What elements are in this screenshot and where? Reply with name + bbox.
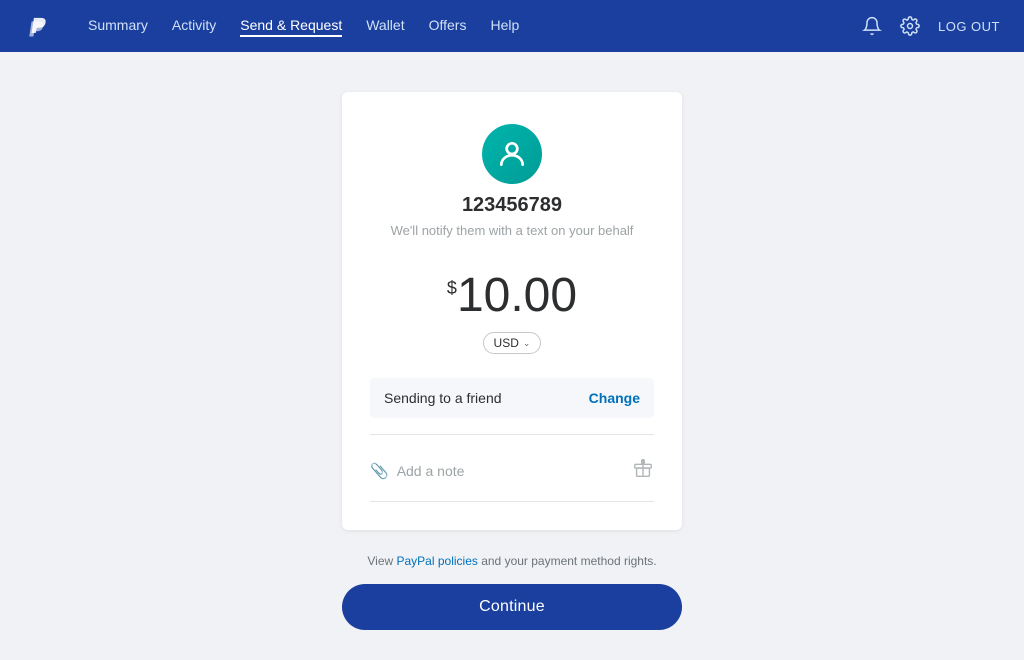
continue-button[interactable]: Continue [342, 584, 682, 630]
paypal-policies-link[interactable]: PayPal policies [397, 554, 478, 568]
nav-link-send-request[interactable]: Send & Request [240, 17, 342, 37]
sending-label: Sending to a friend [384, 390, 502, 406]
currency-symbol: $ [447, 278, 457, 299]
card-header: 123456789 We'll notify them with a text … [370, 124, 654, 256]
currency-selector: USD ⌄ [370, 332, 654, 354]
notification-button[interactable] [862, 16, 882, 36]
nav-item-offers[interactable]: Offers [429, 17, 467, 35]
currency-button[interactable]: USD ⌄ [483, 332, 542, 354]
note-left: 📎 Add a note [370, 462, 464, 480]
amount-value: 10.00 [457, 272, 577, 320]
person-icon [496, 138, 528, 170]
bell-icon [862, 16, 882, 36]
change-button[interactable]: Change [589, 390, 640, 406]
nav-item-activity[interactable]: Activity [172, 17, 216, 35]
main-content: 123456789 We'll notify them with a text … [0, 52, 1024, 660]
chevron-down-icon: ⌄ [523, 338, 531, 349]
paypal-logo [24, 12, 52, 40]
nav-item-help[interactable]: Help [490, 17, 519, 35]
notify-text: We'll notify them with a text on your be… [391, 223, 634, 238]
nav-link-summary[interactable]: Summary [88, 17, 148, 35]
nav-link-help[interactable]: Help [490, 17, 519, 35]
footer-area: View PayPal policies and your payment me… [342, 554, 682, 630]
recipient-name: 123456789 [462, 194, 562, 217]
policy-prefix: View [367, 554, 396, 568]
nav-link-offers[interactable]: Offers [429, 17, 467, 35]
nav-link-wallet[interactable]: Wallet [366, 17, 404, 35]
divider-1 [370, 434, 654, 435]
policy-suffix: and your payment method rights. [478, 554, 657, 568]
avatar [482, 124, 542, 184]
navbar-right: LOG OUT [862, 16, 1000, 36]
gift-icon[interactable] [632, 457, 654, 485]
paperclip-icon: 📎 [370, 462, 389, 480]
currency-code: USD [494, 336, 519, 350]
amount-container: $ 10.00 [370, 272, 654, 320]
navbar: Summary Activity Send & Request Wallet O… [0, 0, 1024, 52]
payment-card: 123456789 We'll notify them with a text … [342, 92, 682, 530]
sending-row: Sending to a friend Change [370, 378, 654, 418]
note-row: 📎 Add a note [370, 451, 654, 501]
logout-button[interactable]: LOG OUT [938, 19, 1000, 34]
settings-button[interactable] [900, 16, 920, 36]
nav-item-summary[interactable]: Summary [88, 17, 148, 35]
divider-2 [370, 501, 654, 502]
policy-text: View PayPal policies and your payment me… [367, 554, 656, 568]
note-placeholder[interactable]: Add a note [397, 463, 465, 479]
gift-svg [632, 457, 654, 479]
nav-link-activity[interactable]: Activity [172, 17, 216, 35]
nav-item-send-request[interactable]: Send & Request [240, 17, 342, 35]
nav-item-wallet[interactable]: Wallet [366, 17, 404, 35]
gear-icon [900, 16, 920, 36]
nav-links: Summary Activity Send & Request Wallet O… [88, 17, 834, 35]
